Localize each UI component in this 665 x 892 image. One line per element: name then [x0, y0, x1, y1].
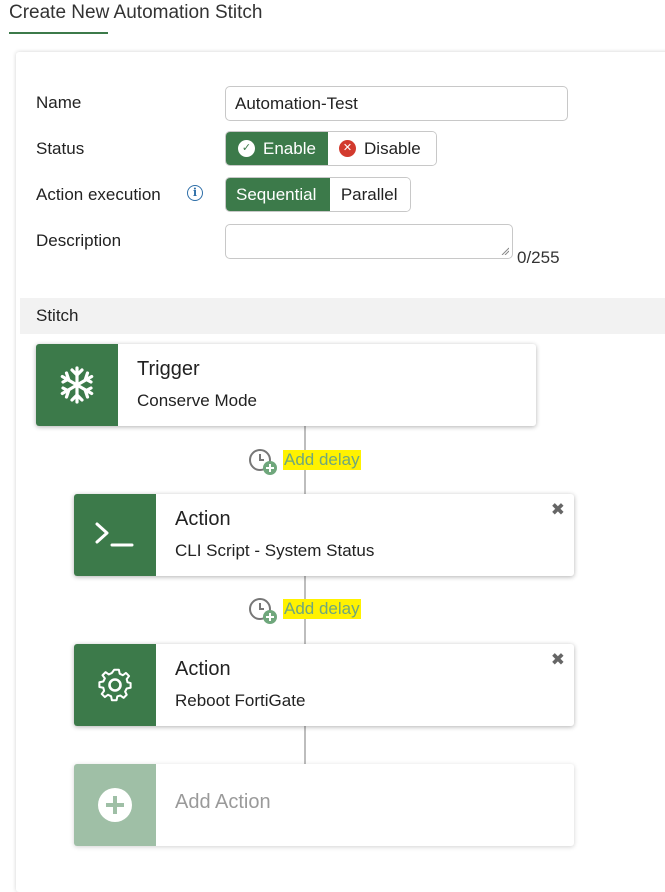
add-action-label: Add Action — [175, 791, 271, 813]
status-toggle: ✓ Enable ✕ Disable — [225, 131, 437, 166]
remove-action-icon[interactable]: ✖ — [551, 651, 565, 668]
add-action-card[interactable]: Add Action — [74, 764, 574, 846]
description-textarea[interactable] — [225, 224, 513, 259]
gear-icon — [98, 668, 132, 702]
status-enable-label: Enable — [263, 138, 316, 158]
action-card[interactable]: Action Reboot FortiGate ✖ — [74, 644, 574, 726]
action-title: Action — [175, 658, 231, 680]
add-delay-label: Add delay — [283, 450, 361, 470]
plus-circle-icon — [98, 788, 132, 822]
remove-action-icon[interactable]: ✖ — [551, 501, 565, 518]
stitch-section-label: Stitch — [36, 306, 79, 325]
action-card[interactable]: Action CLI Script - System Status ✖ — [74, 494, 574, 576]
action-execution-label: Action execution — [36, 185, 161, 204]
add-action-icon-area — [74, 764, 156, 846]
action-subtitle: Reboot FortiGate — [175, 691, 306, 710]
connector-line — [304, 726, 306, 764]
action-icon-area — [74, 644, 156, 726]
stitch-section-header — [20, 298, 665, 334]
title-underline — [9, 32, 108, 34]
action-execution-toggle: Sequential Parallel — [225, 177, 411, 212]
status-label: Status — [36, 139, 85, 158]
info-icon[interactable]: i — [187, 185, 203, 201]
clock-plus-icon — [249, 449, 277, 475]
snowflake-icon — [60, 366, 94, 404]
name-input[interactable] — [225, 86, 568, 121]
check-circle-icon: ✓ — [238, 140, 255, 157]
parallel-button[interactable]: Parallel — [329, 178, 410, 211]
action-title: Action — [175, 508, 231, 530]
trigger-subtitle: Conserve Mode — [137, 391, 258, 410]
sequential-button[interactable]: Sequential — [226, 178, 330, 211]
action-icon-area — [74, 494, 156, 576]
clock-plus-icon — [249, 598, 277, 624]
trigger-title: Trigger — [137, 358, 200, 380]
trigger-icon-area — [36, 344, 118, 426]
description-label: Description — [36, 231, 122, 250]
name-label: Name — [36, 93, 82, 112]
description-char-count: 0/255 — [517, 248, 560, 267]
x-circle-icon: ✕ — [339, 140, 357, 157]
trigger-card[interactable]: Trigger Conserve Mode — [36, 344, 536, 426]
add-delay-label: Add delay — [283, 599, 361, 619]
resize-grip-icon[interactable] — [501, 247, 509, 255]
terminal-icon — [95, 522, 134, 547]
action-subtitle: CLI Script - System Status — [175, 541, 375, 560]
status-enable-button[interactable]: ✓ Enable — [226, 132, 329, 165]
status-disable-label: Disable — [364, 138, 421, 158]
status-disable-button[interactable]: ✕ Disable — [328, 132, 436, 165]
page-title: Create New Automation Stitch — [9, 2, 263, 23]
